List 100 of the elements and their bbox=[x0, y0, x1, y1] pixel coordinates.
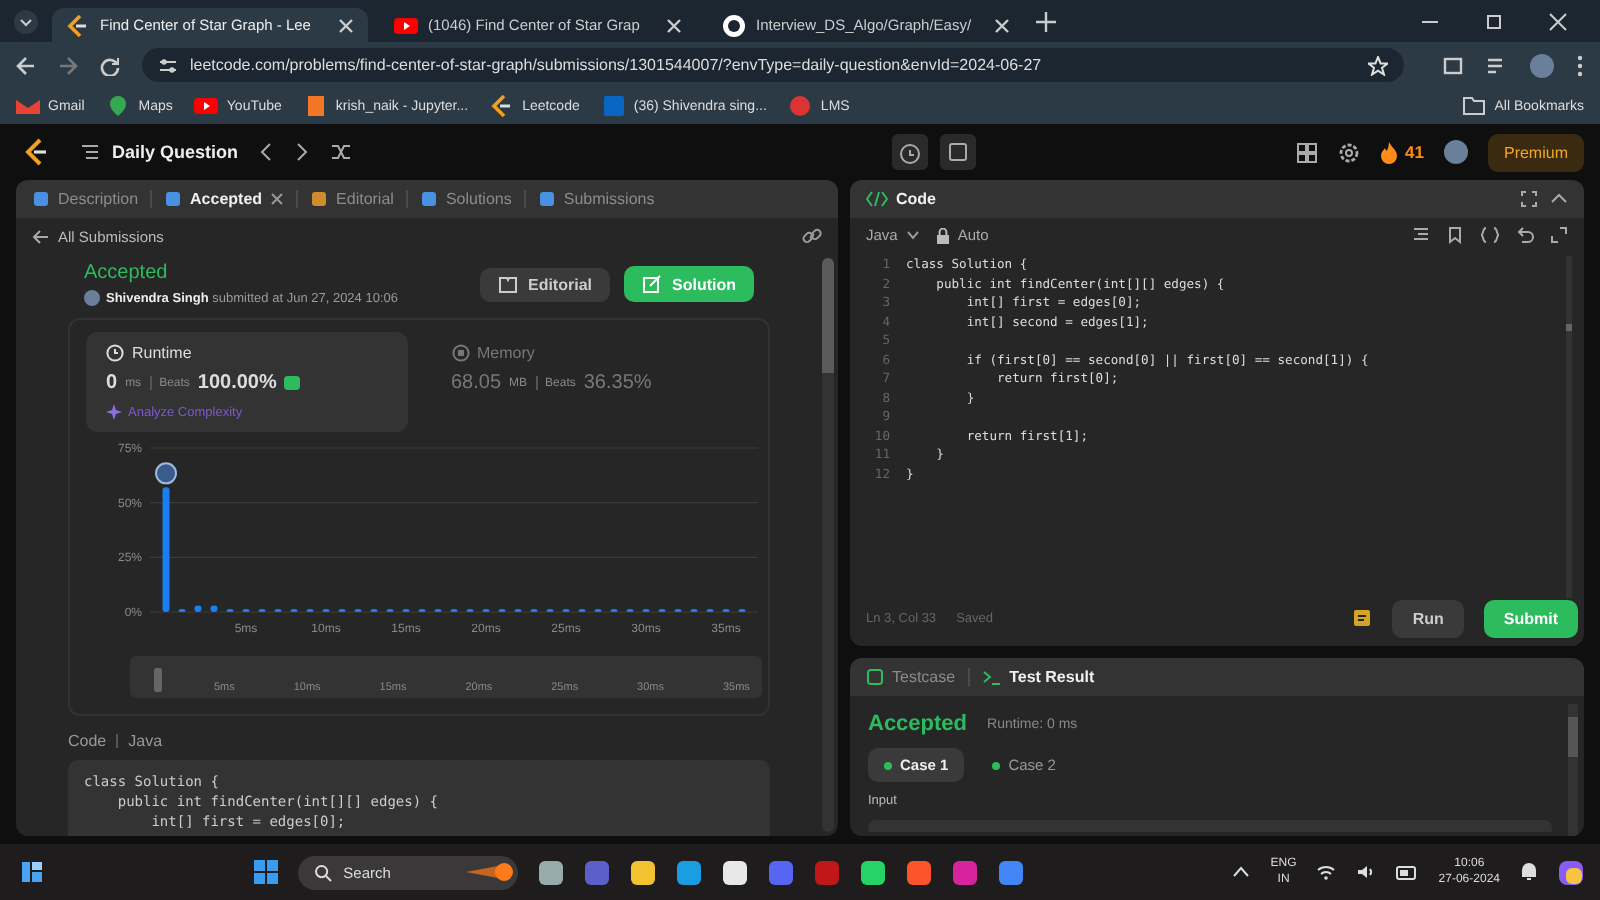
forward-icon[interactable] bbox=[58, 55, 78, 75]
site-settings-icon[interactable] bbox=[158, 55, 178, 75]
sparkle-icon bbox=[106, 404, 122, 420]
code-icon bbox=[866, 190, 888, 208]
play-icon bbox=[394, 13, 418, 37]
shuffle-icon[interactable] bbox=[330, 142, 353, 162]
language-label: Java bbox=[128, 732, 163, 750]
premium-button[interactable]: Premium bbox=[1487, 133, 1584, 171]
close-icon[interactable] bbox=[994, 17, 1010, 33]
extensions-icon[interactable] bbox=[1442, 54, 1464, 76]
stat-value: 68.05 bbox=[451, 372, 502, 394]
scrollbar[interactable] bbox=[822, 258, 834, 832]
battery-icon[interactable] bbox=[1396, 865, 1419, 879]
bar[interactable] bbox=[194, 605, 202, 612]
chip-icon bbox=[451, 344, 469, 362]
volume-icon[interactable] bbox=[1356, 864, 1377, 880]
run-button[interactable]: Run bbox=[1392, 599, 1464, 637]
url-text: leetcode.com/problems/find-center-of-star-graph/submissions/1301544007/?envType=daily-question&envId=2024-06-27 bbox=[190, 56, 1044, 74]
address-bar[interactable]: leetcode.com/problems/find-center-of-star-graph/submissions/1301544007/?envType=daily-question&envId=2024-06-27 bbox=[142, 48, 1404, 82]
daily-question-link[interactable]: Daily Question bbox=[80, 142, 239, 162]
widgets-icon[interactable] bbox=[20, 860, 44, 884]
tab-search-icon[interactable] bbox=[12, 7, 40, 35]
collapse-icon[interactable] bbox=[1550, 190, 1568, 208]
braces-icon[interactable] bbox=[1480, 226, 1500, 244]
beats-value: 36.35% bbox=[583, 372, 652, 394]
tab-icon bbox=[310, 190, 329, 208]
close-icon[interactable] bbox=[338, 17, 354, 33]
panel-tab[interactable]: Description bbox=[32, 190, 139, 208]
link-icon[interactable] bbox=[802, 226, 822, 246]
reload-icon[interactable] bbox=[100, 55, 120, 75]
tab-icon bbox=[32, 190, 50, 208]
book-icon bbox=[497, 275, 518, 293]
bar[interactable] bbox=[210, 605, 218, 612]
more-icon[interactable] bbox=[1576, 53, 1584, 77]
reset-icon[interactable] bbox=[1516, 226, 1534, 244]
beats-value: 100.00% bbox=[197, 372, 277, 394]
close-icon[interactable] bbox=[1548, 11, 1568, 31]
note-icon[interactable] bbox=[939, 134, 976, 170]
status-dot-icon bbox=[992, 761, 1001, 769]
avatar-circle[interactable] bbox=[1530, 53, 1554, 77]
media-queue-icon[interactable] bbox=[1486, 54, 1508, 76]
flame-icon bbox=[1379, 141, 1398, 163]
terminal-icon bbox=[981, 668, 1002, 686]
expand-icon[interactable] bbox=[1550, 226, 1568, 244]
badge-icon bbox=[284, 376, 301, 390]
circle-logo-icon bbox=[788, 94, 813, 118]
edit-icon bbox=[642, 274, 662, 294]
wifi-icon[interactable] bbox=[1316, 864, 1337, 880]
stat-label: Runtime bbox=[132, 344, 192, 362]
avatar-circle bbox=[84, 290, 100, 306]
close-icon[interactable] bbox=[666, 17, 682, 33]
range-handle[interactable] bbox=[154, 668, 162, 692]
mail-icon bbox=[16, 94, 40, 118]
panel-tab[interactable]: Solutions bbox=[419, 190, 512, 208]
comet-icon bbox=[465, 862, 514, 882]
next-icon[interactable] bbox=[294, 142, 311, 162]
panel-tab[interactable]: Accepted bbox=[164, 190, 285, 208]
back-icon[interactable] bbox=[16, 55, 36, 75]
fullscreen-icon[interactable] bbox=[1520, 190, 1538, 208]
previous-icon[interactable] bbox=[258, 142, 275, 162]
code-label: Code bbox=[68, 732, 107, 750]
settings-icon[interactable] bbox=[1337, 141, 1360, 163]
checkbox-icon bbox=[866, 668, 884, 686]
chevron-up-icon[interactable] bbox=[1232, 866, 1251, 878]
scrollbar[interactable] bbox=[1568, 704, 1578, 836]
tab-icon bbox=[537, 190, 556, 208]
format-icon[interactable] bbox=[1412, 226, 1430, 244]
avatar-circle[interactable] bbox=[1443, 140, 1468, 164]
windows-start-icon[interactable] bbox=[253, 860, 278, 884]
panel-tab[interactable]: Editorial bbox=[310, 190, 394, 208]
status-text: Accepted bbox=[84, 262, 170, 284]
back-arrow-icon bbox=[32, 227, 50, 245]
clock-icon bbox=[106, 344, 124, 362]
debug-icon[interactable] bbox=[1352, 608, 1373, 628]
panel-tab[interactable]: Submissions bbox=[537, 190, 655, 208]
panel-tab[interactable]: Testcase bbox=[866, 668, 956, 686]
play-icon bbox=[194, 94, 219, 118]
lock-icon bbox=[935, 227, 950, 243]
bookmark-icon[interactable] bbox=[1446, 226, 1464, 244]
alarm-clock-icon[interactable] bbox=[891, 134, 928, 170]
search-icon bbox=[313, 863, 332, 881]
tab-icon bbox=[164, 190, 183, 208]
editorial-button[interactable]: Editorial bbox=[479, 267, 610, 301]
close-icon[interactable] bbox=[270, 192, 285, 206]
bell-icon[interactable] bbox=[1520, 862, 1538, 882]
new-tab-icon[interactable] bbox=[1036, 11, 1056, 31]
list-icon bbox=[80, 142, 100, 162]
chevron-down-icon bbox=[905, 230, 920, 240]
grid-layout-icon[interactable] bbox=[1295, 141, 1318, 163]
stat-label: Memory bbox=[477, 344, 535, 362]
map-pin-icon bbox=[106, 94, 131, 118]
stat-value: 0 bbox=[106, 372, 118, 394]
panel-tab[interactable]: Code bbox=[866, 190, 936, 208]
restore-icon[interactable] bbox=[1484, 11, 1504, 31]
star-icon[interactable] bbox=[1368, 55, 1388, 75]
panel-tab[interactable]: Test Result bbox=[981, 668, 1095, 686]
status-dot-icon bbox=[884, 761, 892, 769]
status-text: Accepted bbox=[868, 712, 968, 736]
streak-counter[interactable]: 41 bbox=[1379, 141, 1424, 163]
avatar-marker-icon bbox=[155, 462, 177, 485]
